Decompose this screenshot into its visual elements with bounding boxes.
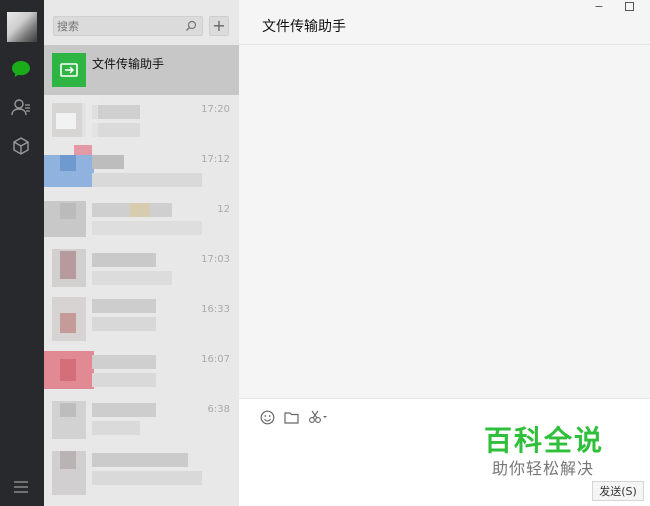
search-icon[interactable] — [185, 20, 197, 32]
avatar[interactable] — [7, 12, 37, 42]
chat-window: 文件传输助手 − 百科全说 助你轻松解决 发送(S) — [239, 0, 650, 506]
chat-item[interactable]: 16:33 — [44, 295, 239, 345]
chat-time: 6:38 — [207, 404, 230, 415]
menu-icon[interactable] — [12, 478, 30, 496]
chat-header: 文件传输助手 − — [239, 0, 650, 45]
contacts-icon[interactable] — [10, 96, 32, 118]
watermark-subtitle: 助你轻松解决 — [492, 459, 595, 478]
chat-time: 16:07 — [201, 354, 230, 365]
chat-time: 12 — [217, 204, 230, 215]
chat-item[interactable]: 12 — [44, 195, 239, 245]
add-chat-button[interactable]: + — [209, 16, 229, 36]
nav-rail — [0, 0, 44, 506]
chat-item[interactable]: 17:03 — [44, 245, 239, 295]
message-composer[interactable]: 百科全说 助你轻松解决 发送(S) — [239, 398, 650, 506]
chat-time: 17:03 — [201, 254, 230, 265]
favorites-icon[interactable] — [10, 135, 32, 157]
chat-item[interactable]: 6:38 — [44, 395, 239, 445]
chat-item[interactable]: 17:12 — [44, 145, 239, 195]
chat-time: 16:33 — [201, 304, 230, 315]
chat-name: 文件传输助手 — [92, 57, 165, 71]
maximize-button[interactable] — [625, 2, 634, 11]
file-transfer-avatar — [52, 53, 86, 87]
page-title: 文件传输助手 — [262, 19, 346, 35]
chat-item-file-transfer[interactable]: 文件传输助手 — [44, 45, 239, 95]
chat-list-panel: + 文件传输助手 17:20 17:12 12 17:03 16:33 16:0… — [44, 0, 239, 506]
search-input[interactable] — [57, 18, 177, 34]
minimize-button[interactable]: − — [592, 0, 606, 14]
folder-icon[interactable] — [283, 409, 299, 425]
chat-item[interactable]: 17:20 — [44, 95, 239, 145]
send-button[interactable]: 发送(S) — [592, 481, 644, 501]
chat-time: 17:12 — [201, 154, 230, 165]
watermark-title: 百科全说 — [484, 424, 605, 457]
chat-time: 17:20 — [201, 104, 230, 115]
chat-item[interactable] — [44, 445, 239, 495]
scissors-icon[interactable] — [307, 409, 329, 425]
emoji-icon[interactable] — [259, 409, 275, 425]
chat-icon[interactable] — [10, 58, 32, 80]
search-box[interactable] — [53, 16, 203, 36]
chat-item[interactable]: 16:07 — [44, 345, 239, 395]
